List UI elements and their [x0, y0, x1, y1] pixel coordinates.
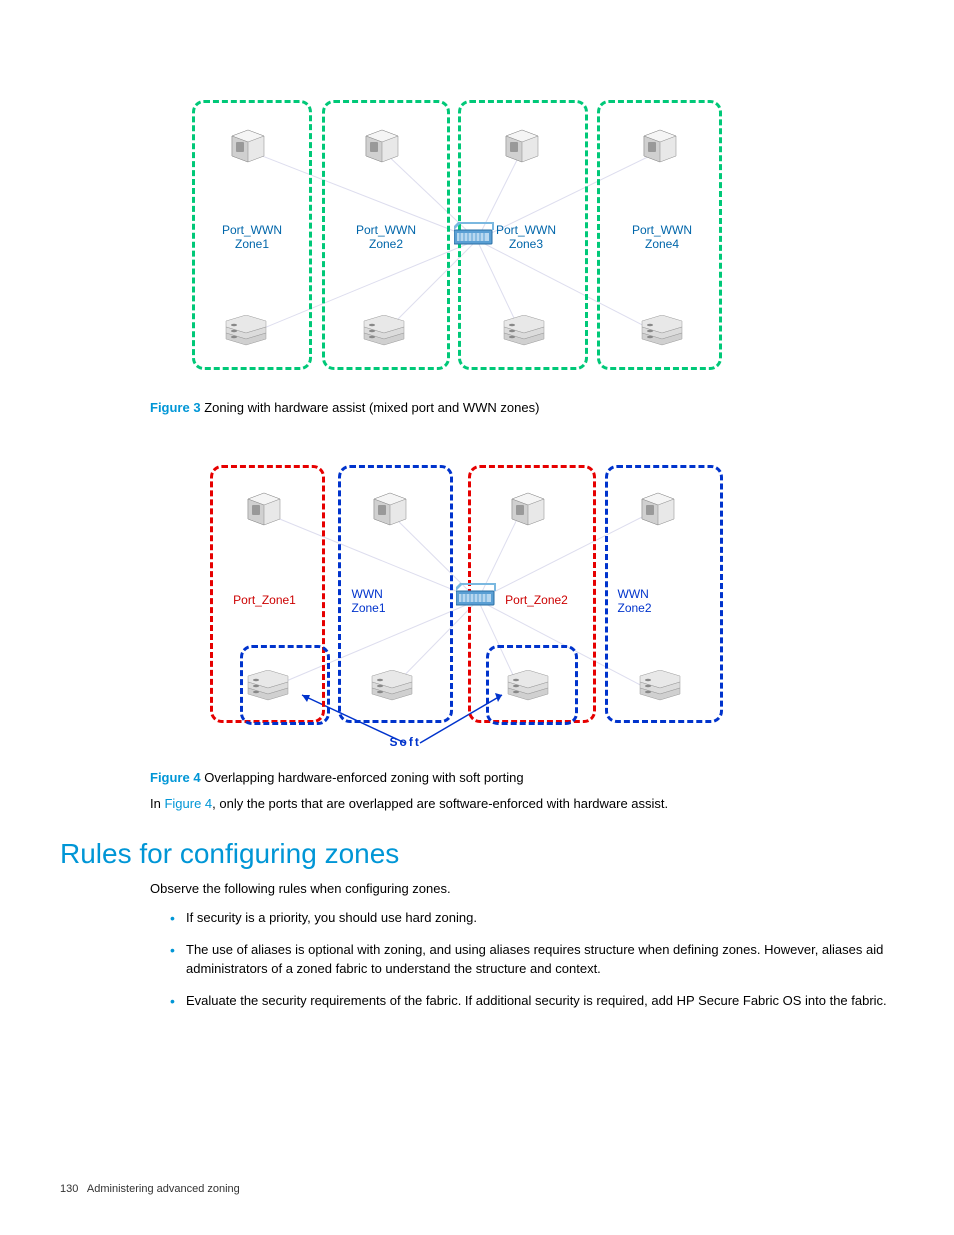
figure-3-wrap: Port_WWNZone1 Port_WWNZone2 Port_WWNZone…: [60, 100, 894, 380]
zone-label: WWNZone2: [618, 587, 673, 616]
list-item: If security is a priority, you should us…: [170, 908, 894, 928]
text-suffix: , only the ports that are overlapped are…: [212, 796, 668, 811]
zone-label: Port_WWNZone3: [484, 223, 568, 252]
zone-label: Port_Zone1: [220, 593, 310, 607]
server-icon: [510, 491, 546, 527]
figure-3-diagram: Port_WWNZone1 Port_WWNZone2 Port_WWNZone…: [192, 100, 762, 380]
figure-3-caption: Figure 3 Zoning with hardware assist (mi…: [150, 400, 894, 415]
rules-list: If security is a priority, you should us…: [170, 908, 894, 1010]
storage-icon: [370, 670, 414, 702]
storage-icon: [502, 315, 546, 347]
figure-4-wrap: Port_Zone1 WWNZone1 Port_Zone2 WWNZone2 …: [60, 465, 894, 750]
body-paragraph: In Figure 4, only the ports that are ove…: [150, 795, 894, 813]
zone-label: Port_Zone2: [492, 593, 582, 607]
zone-label: WWNZone1: [352, 587, 407, 616]
zone-label: Port_WWNZone4: [620, 223, 704, 252]
server-icon: [642, 128, 678, 164]
storage-icon: [506, 670, 550, 702]
soft-label: Soft: [390, 735, 421, 749]
figure-caption-text: Overlapping hardware-enforced zoning wit…: [204, 770, 523, 785]
figure-label: Figure 3: [150, 400, 201, 415]
server-icon: [364, 128, 400, 164]
storage-icon: [638, 670, 682, 702]
server-icon: [246, 491, 282, 527]
page-footer: 130 Administering advanced zoning: [60, 1183, 240, 1195]
figure-4-diagram: Port_Zone1 WWNZone1 Port_Zone2 WWNZone2 …: [210, 465, 745, 750]
section-intro: Observe the following rules when configu…: [150, 880, 894, 898]
storage-icon: [640, 315, 684, 347]
storage-icon: [224, 315, 268, 347]
figure-caption-text: Zoning with hardware assist (mixed port …: [204, 400, 539, 415]
text-prefix: In: [150, 796, 164, 811]
server-icon: [640, 491, 676, 527]
figure-4-caption: Figure 4 Overlapping hardware-enforced z…: [150, 770, 894, 785]
server-icon: [230, 128, 266, 164]
zone-label: Port_WWNZone2: [344, 223, 428, 252]
section-heading: Rules for configuring zones: [60, 838, 894, 870]
list-item: The use of aliases is optional with zoni…: [170, 940, 894, 979]
zone-label: Port_WWNZone1: [210, 223, 294, 252]
figure-label: Figure 4: [150, 770, 201, 785]
storage-icon: [246, 670, 290, 702]
page-number: 130: [60, 1183, 78, 1195]
figure-4-link[interactable]: Figure 4: [164, 796, 212, 811]
server-icon: [504, 128, 540, 164]
server-icon: [372, 491, 408, 527]
list-item: Evaluate the security requirements of th…: [170, 991, 894, 1011]
footer-title: Administering advanced zoning: [87, 1183, 240, 1195]
storage-icon: [362, 315, 406, 347]
